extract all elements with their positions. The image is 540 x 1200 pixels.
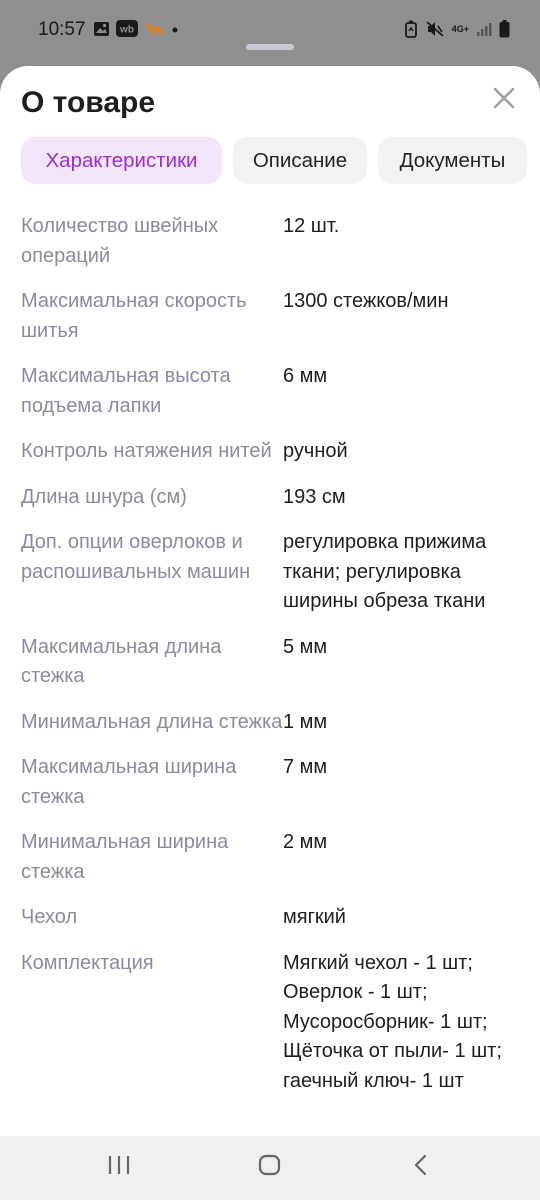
spec-key: Доп. опции оверлоков и распошивальных ма…: [21, 531, 251, 583]
specs-list: Количество швейных операций 12 шт. Максим…: [21, 212, 521, 1112]
spec-row: Максимальная ширина стежка 7 мм: [21, 753, 521, 812]
tab-characteristics[interactable]: Характеристики: [21, 137, 222, 184]
spec-key: Максимальная ширина стежка: [21, 756, 237, 808]
signal-icon: [477, 23, 492, 36]
battery-icon: [499, 20, 510, 38]
home-icon: [258, 1154, 281, 1176]
status-time: 10:57: [38, 19, 86, 40]
spec-value: 193 см: [283, 485, 346, 508]
spec-key: Максимальная длина стежка: [21, 635, 222, 688]
spec-row: Максимальная длина стежка 5 мм: [21, 633, 521, 692]
spec-row: Комплектация Мягкий чехол - 1 шт; Оверлок…: [21, 949, 521, 1097]
spec-key: Чехол: [21, 906, 78, 928]
spec-row: Доп. опции оверлоков и распошивальных ма…: [21, 528, 521, 617]
spec-value: мягкий: [283, 906, 346, 928]
spec-row: Чехол мягкий: [21, 903, 521, 933]
spec-value: 5 мм: [283, 635, 328, 658]
spec-key: Длина шнура (см): [21, 485, 187, 508]
back-icon: [414, 1154, 427, 1176]
recents-icon: [108, 1156, 130, 1174]
recents-button[interactable]: [107, 1154, 131, 1181]
notification-icons: wb: [93, 20, 180, 37]
sheet-grabber[interactable]: [246, 44, 294, 50]
svg-text:wb: wb: [119, 25, 134, 36]
system-navigation-bar: [0, 1136, 540, 1200]
spec-key: Максимальная скорость шитья: [21, 290, 247, 342]
mute-vibrate-icon: [426, 21, 444, 37]
spec-value: 1300 стежков/мин: [283, 290, 449, 312]
spec-value: регулировка прижима ткани; регулировка ш…: [283, 531, 487, 612]
app-notification-icon: [145, 23, 163, 34]
spec-key: Комплектация: [21, 951, 154, 974]
tab-description[interactable]: Описание: [233, 137, 367, 184]
close-button[interactable]: [489, 83, 519, 113]
spec-value: 12 шт.: [283, 215, 340, 237]
spec-row: Длина шнура (см) 193 см: [21, 483, 521, 513]
spec-row: Контроль натяжения нитей ручной: [21, 437, 521, 467]
spec-row: Минимальная длина стежка 1 мм: [21, 708, 521, 738]
spec-value: 1 мм: [283, 710, 328, 733]
spec-row: Минимальная ширина стежка 2 мм: [21, 828, 521, 887]
spec-row: Максимальная скорость шитья 1300 стежков/…: [21, 287, 521, 346]
battery-saver-icon: [404, 20, 417, 38]
wb-app-icon: wb: [116, 20, 138, 37]
status-bar: 10:57 wb 4G+: [0, 0, 540, 60]
spec-value: 6 мм: [283, 365, 328, 387]
gallery-icon: [94, 21, 109, 36]
spec-key: Максимальная высота подъема лапки: [21, 365, 231, 417]
spec-key: Минимальная ширина стежка: [21, 831, 229, 883]
spec-key: Контроль натяжения нитей: [21, 440, 272, 462]
spec-value: 7 мм: [283, 756, 328, 778]
spec-key: Минимальная длина стежка: [21, 710, 283, 733]
spec-value: 2 мм: [283, 831, 328, 853]
spec-value: Мягкий чехол - 1 шт; Оверлок - 1 шт; Мус…: [283, 951, 502, 1092]
product-info-sheet: О товаре Характеристики Описание Докумен…: [0, 66, 540, 1136]
system-icons: 4G+: [404, 20, 510, 38]
home-button[interactable]: [258, 1154, 282, 1181]
tab-documents[interactable]: Документы: [378, 137, 527, 184]
sheet-title: О товаре: [21, 86, 156, 119]
close-icon: [493, 87, 515, 109]
dot-icon: [172, 27, 178, 32]
spec-value: ручной: [283, 440, 348, 462]
spec-key: Количество швейных операций: [21, 215, 219, 267]
spec-row: Максимальная высота подъема лапки 6 мм: [21, 362, 521, 421]
back-button[interactable]: [411, 1154, 431, 1181]
network-type-label: 4G+: [451, 24, 469, 34]
spec-row: Количество швейных операций 12 шт.: [21, 212, 521, 271]
